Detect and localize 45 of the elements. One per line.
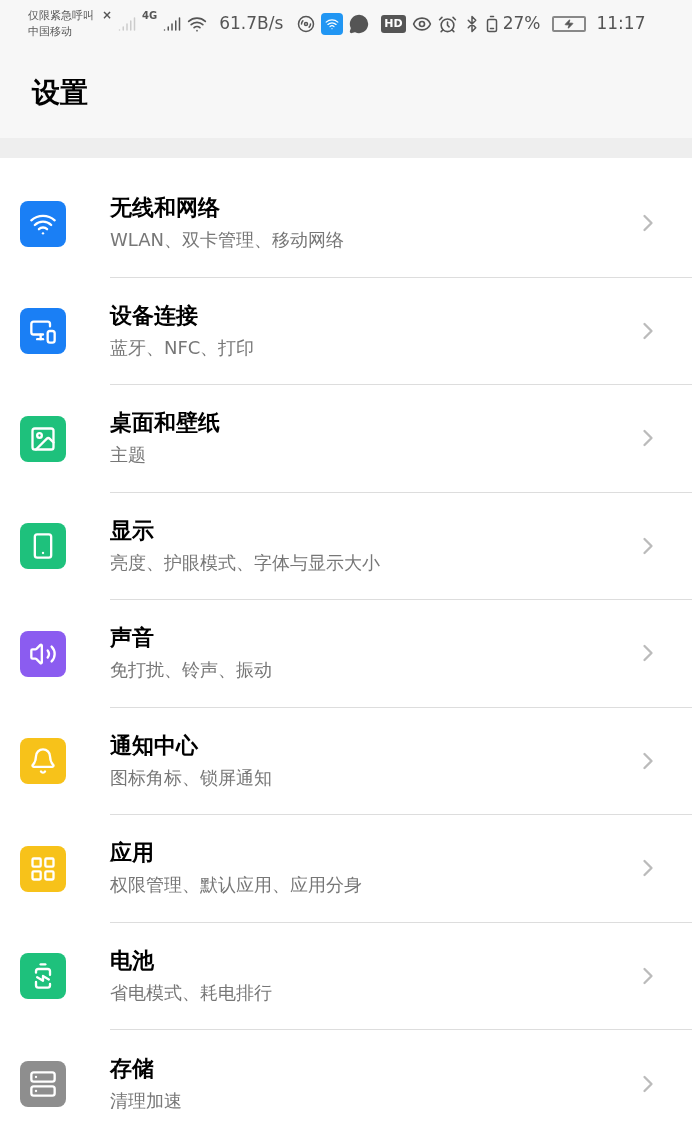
hd-badge: HD xyxy=(381,14,406,34)
clock-time: 11:17 xyxy=(596,12,646,36)
setting-title: 通知中心 xyxy=(110,731,199,760)
network-speed: 61.7B/s xyxy=(219,12,284,36)
setting-title: 应用 xyxy=(110,839,155,868)
setting-title: 声音 xyxy=(110,624,155,653)
setting-title: 无线和网络 xyxy=(110,194,221,223)
carrier-text: 中国移动 xyxy=(28,24,73,40)
wifi-icon xyxy=(187,14,208,34)
charging-battery-icon xyxy=(552,16,587,32)
setting-subtitle: 图标角标、锁屏通知 xyxy=(110,765,273,790)
battery-percent: 27% xyxy=(502,12,541,36)
setting-subtitle: 亮度、护眼模式、字体与显示大小 xyxy=(110,550,381,575)
signal-icon xyxy=(118,15,137,33)
setting-subtitle: WLAN、双卡管理、移动网络 xyxy=(110,228,346,253)
carrier-text: 仅限紧急呼叫 xyxy=(28,8,94,24)
settings-item[interactable]: 声音 免打扰、铃声、振动 xyxy=(0,600,692,708)
setting-title: 设备连接 xyxy=(110,301,199,330)
setting-subtitle: 清理加速 xyxy=(110,1088,183,1113)
settings-item[interactable]: 通知中心 图标角标、锁屏通知 xyxy=(0,707,692,815)
settings-item[interactable]: 显示 亮度、护眼模式、字体与显示大小 xyxy=(0,492,692,600)
setting-subtitle: 权限管理、默认应用、应用分身 xyxy=(110,873,363,898)
settings-item[interactable]: 存储 清理加速 xyxy=(0,1030,692,1138)
setting-subtitle: 主题 xyxy=(110,443,147,468)
settings-item[interactable]: 无线和网络 WLAN、双卡管理、移动网络 xyxy=(0,170,692,278)
page-title: 设置 xyxy=(32,75,88,111)
setting-subtitle: 蓝牙、NFC、打印 xyxy=(110,335,256,360)
settings-item[interactable]: 桌面和壁纸 主题 xyxy=(0,385,692,493)
disc-icon xyxy=(297,15,316,33)
signal-icon xyxy=(163,15,182,33)
settings-item[interactable]: 电池 省电模式、耗电排行 xyxy=(0,922,692,1030)
message-icon xyxy=(349,14,370,34)
settings-item[interactable]: 应用 权限管理、默认应用、应用分身 xyxy=(0,815,692,923)
setting-subtitle: 免打扰、铃声、振动 xyxy=(110,658,273,683)
setting-title: 存储 xyxy=(110,1054,155,1083)
alarm-icon xyxy=(437,14,457,34)
setting-title: 电池 xyxy=(110,946,155,975)
setting-subtitle: 省电模式、耗电排行 xyxy=(110,980,273,1005)
setting-title: 桌面和壁纸 xyxy=(110,409,221,438)
network-type: 4G xyxy=(142,9,158,23)
setting-title: 显示 xyxy=(110,516,155,545)
eye-icon xyxy=(411,14,432,34)
no-sim-mark: × xyxy=(102,7,113,24)
hotspot-icon xyxy=(321,13,344,35)
settings-item[interactable]: 设备连接 蓝牙、NFC、打印 xyxy=(0,277,692,385)
